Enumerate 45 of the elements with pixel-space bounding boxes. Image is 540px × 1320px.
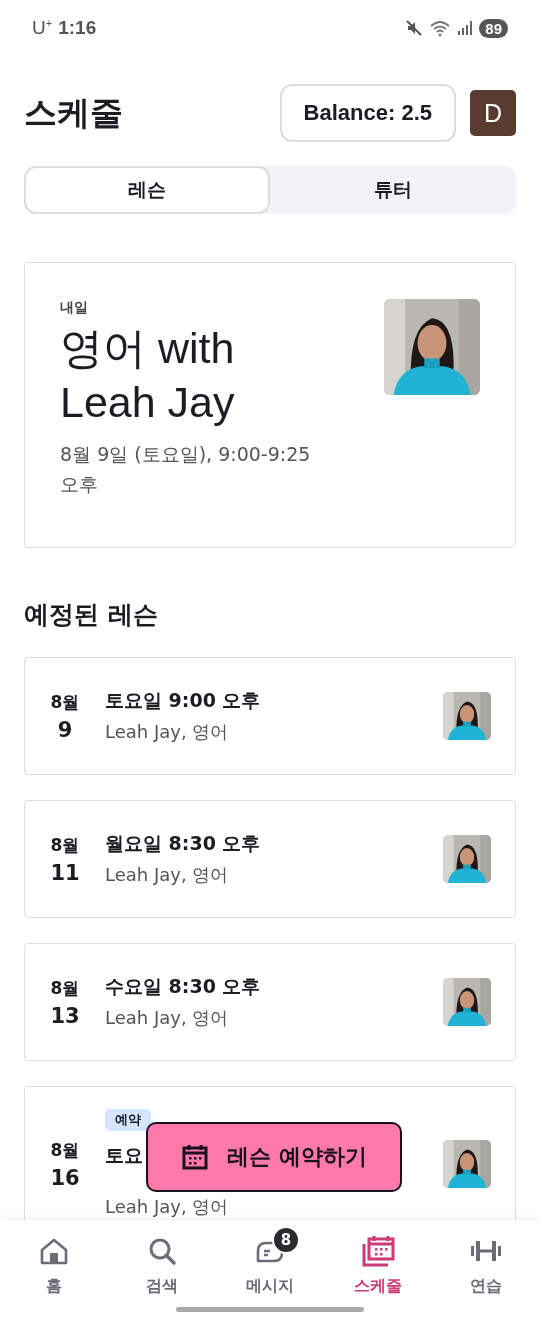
status-badge: 예약 [105, 1109, 151, 1131]
lesson-day: 16 [50, 1165, 80, 1190]
nav-tab[interactable]: 검색 [108, 1220, 216, 1320]
lesson-title: 영어 with Leah Jay [60, 323, 236, 428]
lesson-detail: Leah Jay, 영어 [105, 720, 229, 744]
nav-tab[interactable]: 스케줄 [324, 1220, 432, 1320]
carrier-label: U$^{+}$ [32, 16, 53, 40]
user-avatar[interactable]: D [470, 90, 516, 136]
book-lesson-button[interactable]: 레슨 예약하기 [146, 1122, 402, 1192]
lesson-month: 8월 [50, 1138, 80, 1162]
lesson-month: 8월 [50, 833, 80, 857]
lesson-day: 9 [57, 717, 73, 742]
day-label: 내일 [60, 299, 89, 317]
battery-level: 89 [479, 18, 508, 38]
segment-tab[interactable]: 레슨 [24, 166, 270, 214]
lesson-day: 11 [50, 860, 80, 885]
lesson-time: 수요일 8:30 오후 [105, 974, 261, 999]
lesson-card[interactable]: 8월 11 월요일 8:30 오후 Leah Jay, 영어 [24, 800, 516, 918]
mute-icon [405, 19, 424, 37]
lesson-detail: Leah Jay, 영어 [105, 1006, 229, 1030]
lesson-card[interactable]: 8월 9 토요일 9:00 오후 Leah Jay, 영어 [24, 657, 516, 775]
lesson-time: 토요 [105, 1143, 143, 1168]
home-indicator[interactable] [176, 1307, 364, 1312]
lesson-time: 월요일 8:30 오후 [105, 831, 261, 856]
section-heading: 예정된 레슨 [24, 599, 159, 631]
lesson-detail: Leah Jay, 영어 [105, 863, 229, 887]
nav-tab[interactable]: 8 메시지 [216, 1220, 324, 1320]
calendar-icon [181, 1143, 210, 1171]
wifi-icon [429, 19, 452, 37]
lesson-time: 토요일 9:00 오후 [105, 688, 261, 713]
lesson-card[interactable]: 8월 13 수요일 8:30 오후 Leah Jay, 영어 [24, 943, 516, 1061]
clock-time: 1:16 [58, 17, 97, 40]
segment-tab[interactable]: 튜터 [270, 166, 516, 214]
lesson-day: 13 [50, 1003, 80, 1028]
nav-tab[interactable]: 연습 [432, 1220, 540, 1320]
page-title: 스케줄 [24, 91, 124, 134]
signal-icon [457, 20, 474, 36]
lesson-month: 8월 [50, 690, 80, 714]
lesson-month: 8월 [50, 976, 80, 1000]
calendar-icon [360, 1234, 396, 1268]
nav-tab[interactable]: 홈 [0, 1220, 108, 1320]
balance-button[interactable]: Balance: 2.5 [279, 84, 456, 142]
unread-badge: 8 [272, 1226, 300, 1254]
lesson-datetime: 8월 9일 (토요일), 9:00-9:25 오후 [60, 442, 312, 497]
lesson-detail: Leah Jay, 영어 [105, 1195, 229, 1219]
